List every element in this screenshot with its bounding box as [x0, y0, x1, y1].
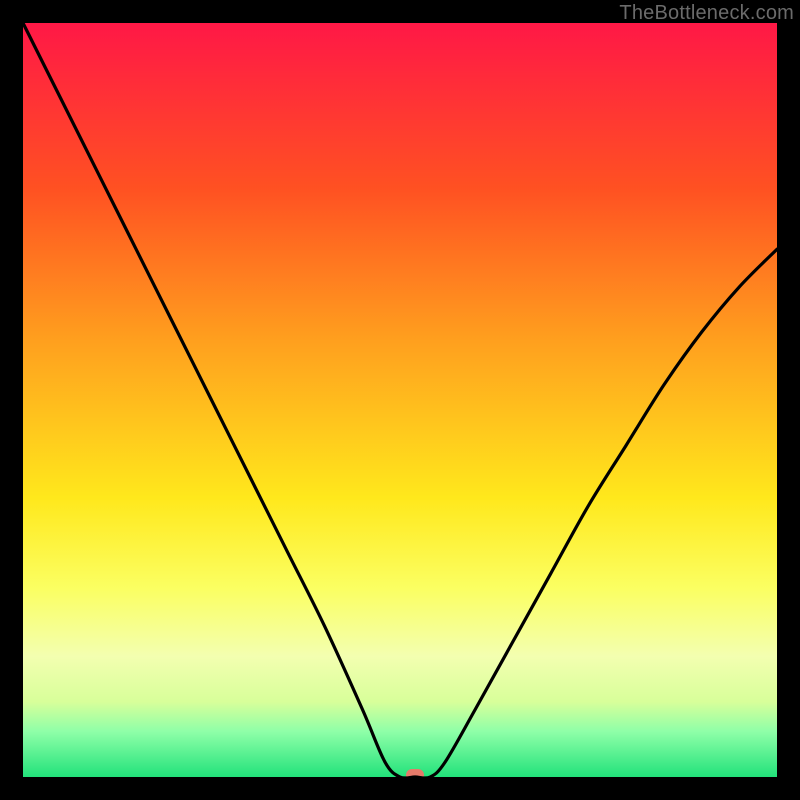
chart-frame: TheBottleneck.com	[0, 0, 800, 800]
optimum-marker	[406, 769, 424, 777]
watermark-text: TheBottleneck.com	[619, 2, 794, 25]
plot-area	[23, 23, 777, 777]
bottleneck-curve	[23, 23, 777, 777]
